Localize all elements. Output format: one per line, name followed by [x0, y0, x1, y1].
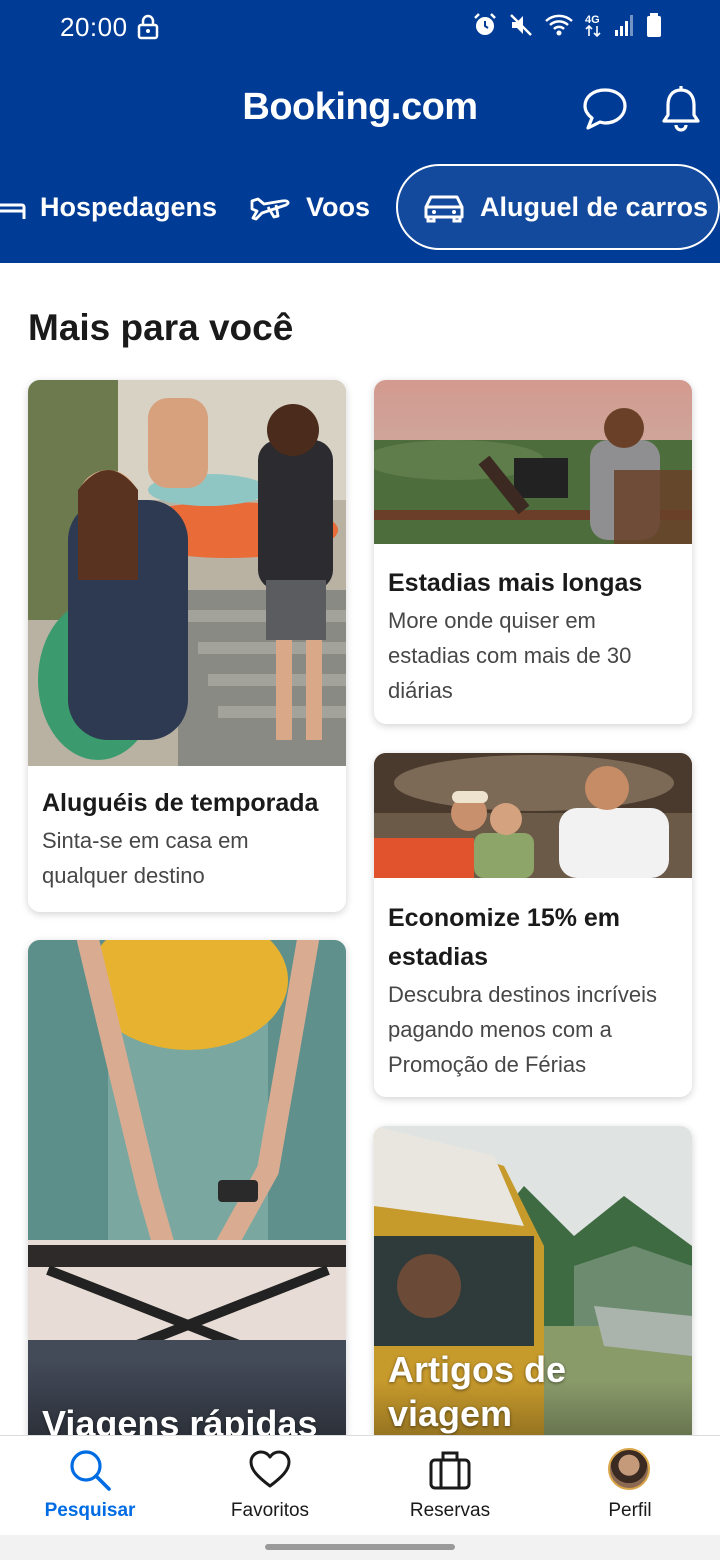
status-time: 20:00	[60, 12, 128, 42]
bottom-navigation: Pesquisar Favoritos Reservas Perfil	[0, 1435, 720, 1535]
app-header: Booking.com Hospedagens Voos Aluguel de …	[0, 58, 720, 263]
card-image	[374, 380, 692, 544]
nav-label: Perfil	[608, 1500, 652, 1521]
nav-favoritos[interactable]: Favoritos	[180, 1436, 360, 1536]
card-estadias-mais-longas[interactable]: Estadias mais longas More onde quiser em…	[374, 380, 692, 724]
status-bar: 20:00 4G	[0, 0, 720, 58]
mute-icon	[510, 14, 532, 36]
tab-label: Hospedagens	[40, 191, 218, 222]
nav-reservas[interactable]: Reservas	[360, 1436, 540, 1536]
card-artigos-de-viagem[interactable]: Artigos de viagem	[374, 1126, 692, 1435]
status-icons: 4G	[472, 12, 662, 38]
gesture-bar	[0, 1535, 720, 1560]
car-icon	[424, 195, 464, 223]
card-image	[374, 753, 692, 878]
heart-icon	[249, 1450, 291, 1488]
tab-label: Voos	[306, 191, 371, 222]
suitcase-icon	[429, 1451, 471, 1490]
chat-bubble-icon[interactable]	[580, 86, 630, 132]
avatar	[608, 1448, 650, 1490]
battery-icon	[647, 13, 661, 37]
card-text: Aluguéis de temporada Sinta-se em casa e…	[42, 784, 332, 893]
card-economize-15[interactable]: Economize 15% em estadias Descubra desti…	[374, 753, 692, 1097]
card-title: Artigos de viagem	[388, 1349, 567, 1434]
bed-icon	[0, 203, 26, 219]
card-text: Estadias mais longas More onde quiser em…	[388, 564, 678, 708]
signal-icon	[615, 15, 633, 36]
card-title: Estadias mais longas	[388, 569, 643, 597]
nav-label: Pesquisar	[44, 1500, 136, 1521]
card-image	[28, 380, 346, 766]
home-indicator[interactable]	[265, 1544, 455, 1550]
card-text: Economize 15% em estadias Descubra desti…	[388, 899, 678, 1082]
nav-label: Favoritos	[230, 1500, 310, 1521]
tab-aluguel-de-carros[interactable]: Aluguel de carros	[396, 164, 720, 250]
lock-icon	[137, 14, 159, 40]
plane-icon	[250, 197, 290, 221]
card-title: Economize 15% em estadias	[388, 904, 621, 971]
svg-text:4G: 4G	[585, 14, 600, 26]
search-icon	[70, 1450, 111, 1491]
nav-perfil[interactable]: Perfil	[540, 1436, 720, 1536]
wifi-icon	[545, 14, 573, 36]
bell-icon[interactable]	[658, 84, 704, 132]
tab-hospedagens[interactable]: Hospedagens	[0, 164, 217, 250]
card-alugueis-de-temporada[interactable]: Aluguéis de temporada Sinta-se em casa e…	[28, 380, 346, 912]
category-tabs: Hospedagens Voos Aluguel de carros	[0, 164, 720, 250]
main-content: Mais para você Aluguéis de temporada Sin…	[0, 263, 720, 1435]
nav-label: Reservas	[409, 1500, 491, 1521]
alarm-icon	[474, 13, 496, 35]
tab-voos[interactable]: Voos	[248, 164, 370, 250]
card-title: Viagens rápidas	[42, 1403, 318, 1435]
card-viagens-rapidas[interactable]: Viagens rápidas	[28, 940, 346, 1435]
card-image	[28, 940, 346, 1435]
nav-pesquisar[interactable]: Pesquisar	[0, 1436, 180, 1536]
card-description: More onde quiser em estadias com mais de…	[388, 608, 632, 703]
card-description: Sinta-se em casa em qualquer destino	[42, 828, 249, 888]
section-title: Mais para você	[28, 307, 294, 348]
card-description: Descubra destinos incríveis pagando meno…	[388, 982, 658, 1077]
card-title: Aluguéis de temporada	[42, 789, 319, 817]
tab-label: Aluguel de carros	[480, 191, 709, 222]
4g-icon: 4G	[585, 14, 601, 38]
